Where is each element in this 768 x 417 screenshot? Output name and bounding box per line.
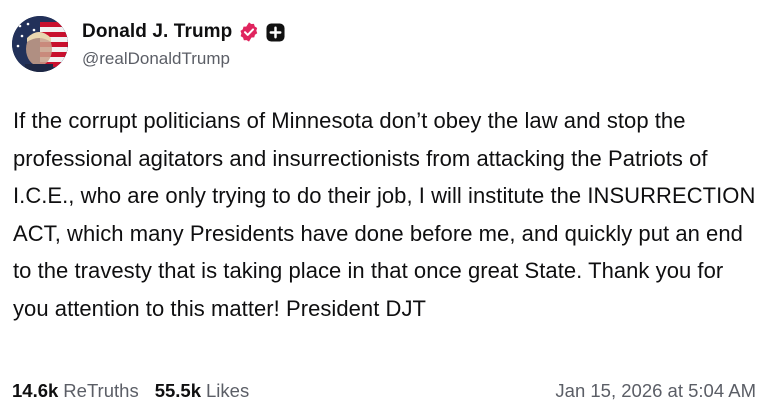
post-card: Donald J. Trump @realDonaldTrump If the … bbox=[0, 0, 768, 417]
likes-count: 55.5k bbox=[154, 380, 201, 401]
post-header: Donald J. Trump @realDonaldTrump bbox=[12, 12, 756, 76]
verified-badge-icon bbox=[238, 21, 260, 43]
retruths-count: 14.6k bbox=[12, 380, 59, 401]
post-timestamp[interactable]: Jan 15, 2026 at 5:04 AM bbox=[555, 380, 756, 402]
author-info: Donald J. Trump @realDonaldTrump bbox=[82, 19, 285, 69]
likes-stat[interactable]: 55.5k Likes bbox=[155, 380, 250, 402]
author-display-name[interactable]: Donald J. Trump bbox=[82, 21, 232, 43]
avatar-image bbox=[12, 16, 68, 72]
post-body-text: If the corrupt politicians of Minnesota … bbox=[13, 108, 756, 321]
plus-badge-icon bbox=[266, 22, 285, 42]
likes-label: Likes bbox=[206, 380, 250, 401]
retruths-stat[interactable]: 14.6k ReTruths bbox=[12, 380, 139, 402]
post-stats: 14.6k ReTruths 55.5k Likes bbox=[12, 380, 265, 402]
author-handle[interactable]: @realDonaldTrump bbox=[82, 49, 285, 69]
post-footer: 14.6k ReTruths 55.5k Likes Jan 15, 2026 … bbox=[12, 376, 756, 406]
retruths-label: ReTruths bbox=[63, 380, 139, 401]
avatar[interactable] bbox=[12, 16, 68, 72]
author-name-row: Donald J. Trump bbox=[82, 19, 285, 45]
